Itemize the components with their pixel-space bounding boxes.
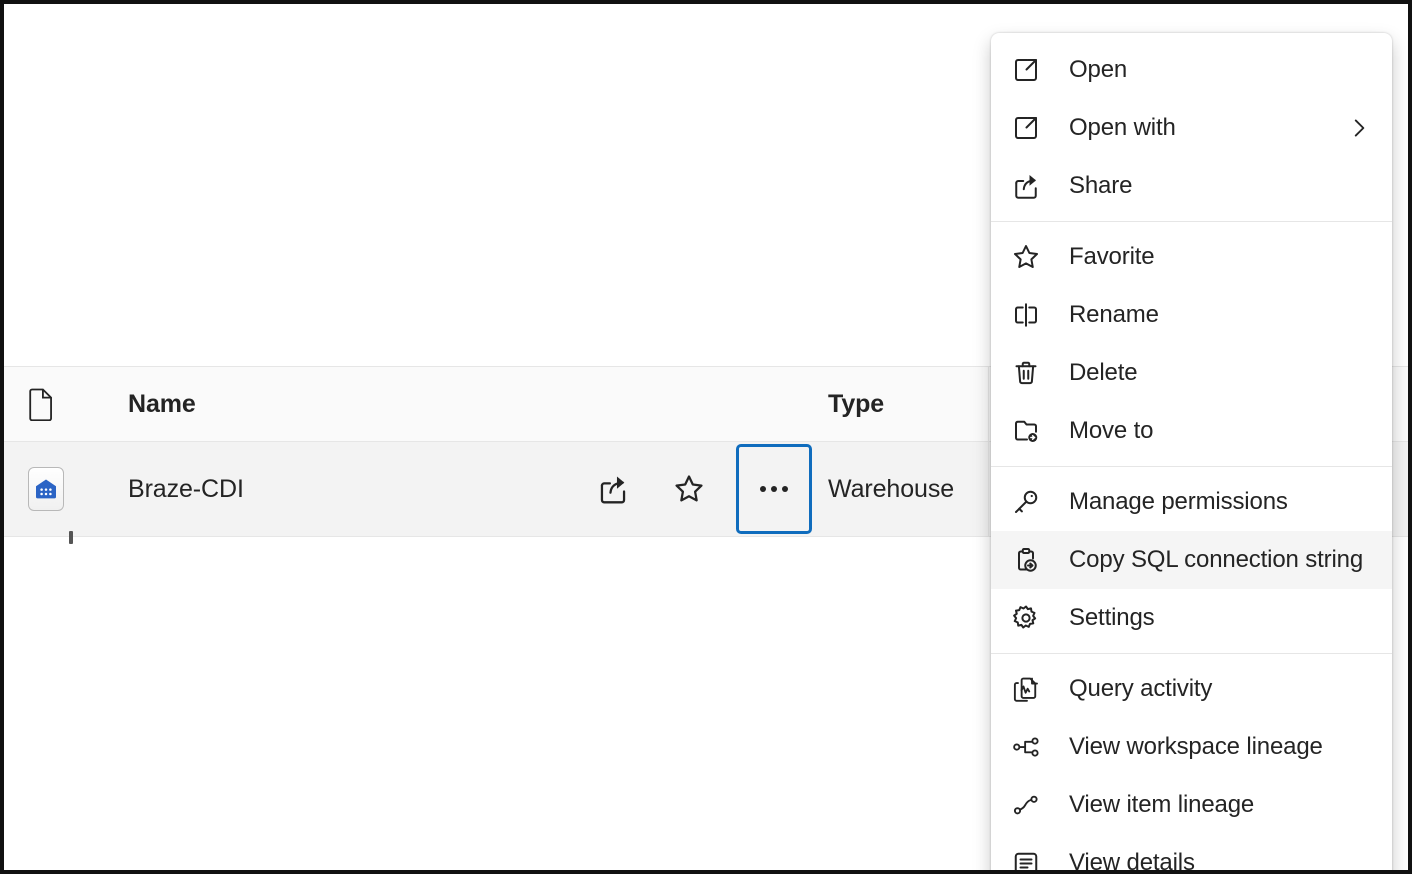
menu-item-view-item-lineage[interactable]: View item lineage xyxy=(991,776,1392,834)
chevron-right-icon xyxy=(1348,115,1370,141)
ellipsis-glyph xyxy=(760,486,788,492)
menu-item-copy-sql-connection-string[interactable]: Copy SQL connection string xyxy=(991,531,1392,589)
menu-item-move-to[interactable]: Move to xyxy=(991,402,1392,460)
gear-icon xyxy=(1005,603,1047,633)
menu-divider xyxy=(991,653,1392,654)
query-activity-icon xyxy=(1005,674,1047,704)
menu-item-label: View item lineage xyxy=(1069,791,1254,819)
menu-item-query-activity[interactable]: Query activity xyxy=(991,660,1392,718)
copy-link-clipboard-icon xyxy=(1005,545,1047,575)
menu-item-view-workspace-lineage[interactable]: View workspace lineage xyxy=(991,718,1392,776)
row-drag-tick xyxy=(69,531,73,544)
workspace-lineage-icon xyxy=(1005,732,1047,762)
delete-trash-icon xyxy=(1005,358,1047,388)
row-cell-type: Warehouse xyxy=(828,442,954,536)
warehouse-item-icon xyxy=(28,467,64,511)
menu-divider xyxy=(991,221,1392,222)
menu-item-label: Rename xyxy=(1069,301,1159,329)
open-with-icon xyxy=(1005,113,1047,143)
document-icon xyxy=(28,387,56,421)
column-separator xyxy=(988,367,989,441)
menu-divider xyxy=(991,466,1392,467)
menu-item-share[interactable]: Share xyxy=(991,157,1392,215)
menu-item-favorite[interactable]: Favorite xyxy=(991,228,1392,286)
menu-item-label: Query activity xyxy=(1069,675,1212,703)
menu-item-label: Settings xyxy=(1069,604,1155,632)
menu-item-manage-permissions[interactable]: Manage permissions xyxy=(991,473,1392,531)
share-icon[interactable] xyxy=(584,460,642,518)
header-cell-type[interactable]: Type xyxy=(828,367,884,441)
menu-item-open-with[interactable]: Open with xyxy=(991,99,1392,157)
more-options-icon[interactable] xyxy=(736,444,812,534)
item-type-label: Warehouse xyxy=(828,475,954,504)
key-icon xyxy=(1005,487,1047,517)
column-separator xyxy=(988,442,989,536)
header-label-name: Name xyxy=(128,390,196,419)
menu-item-label: Delete xyxy=(1069,359,1137,387)
menu-item-open[interactable]: Open xyxy=(991,41,1392,99)
favorite-star-icon xyxy=(1005,242,1047,272)
share-icon xyxy=(1005,171,1047,201)
menu-item-label: Share xyxy=(1069,172,1132,200)
move-to-folder-icon xyxy=(1005,416,1047,446)
open-icon xyxy=(1005,55,1047,85)
menu-item-settings[interactable]: Settings xyxy=(991,589,1392,647)
menu-item-label: Open with xyxy=(1069,114,1176,142)
view-details-icon xyxy=(1005,848,1047,874)
header-document-icon-cell xyxy=(28,367,84,441)
menu-item-label: View details xyxy=(1069,849,1195,874)
row-action-buttons xyxy=(584,442,812,536)
row-cell-name[interactable]: Braze-CDI xyxy=(128,442,244,536)
header-label-type: Type xyxy=(828,390,884,419)
menu-item-label: View workspace lineage xyxy=(1069,733,1323,761)
favorite-star-icon[interactable] xyxy=(660,460,718,518)
item-lineage-icon xyxy=(1005,790,1047,820)
app-screen: Name Type xyxy=(0,0,1412,874)
context-menu: Open Open with xyxy=(991,33,1392,874)
menu-item-label: Copy SQL connection string xyxy=(1069,546,1363,574)
header-cell-name[interactable]: Name xyxy=(128,367,196,441)
item-name-label: Braze-CDI xyxy=(128,475,244,504)
menu-item-label: Move to xyxy=(1069,417,1153,445)
row-item-icon-cell xyxy=(28,442,84,536)
menu-item-rename[interactable]: Rename xyxy=(991,286,1392,344)
menu-item-label: Manage permissions xyxy=(1069,488,1288,516)
menu-item-view-details[interactable]: View details xyxy=(991,834,1392,874)
menu-item-label: Open xyxy=(1069,56,1127,84)
menu-item-delete[interactable]: Delete xyxy=(991,344,1392,402)
menu-item-label: Favorite xyxy=(1069,243,1155,271)
rename-icon xyxy=(1005,300,1047,330)
